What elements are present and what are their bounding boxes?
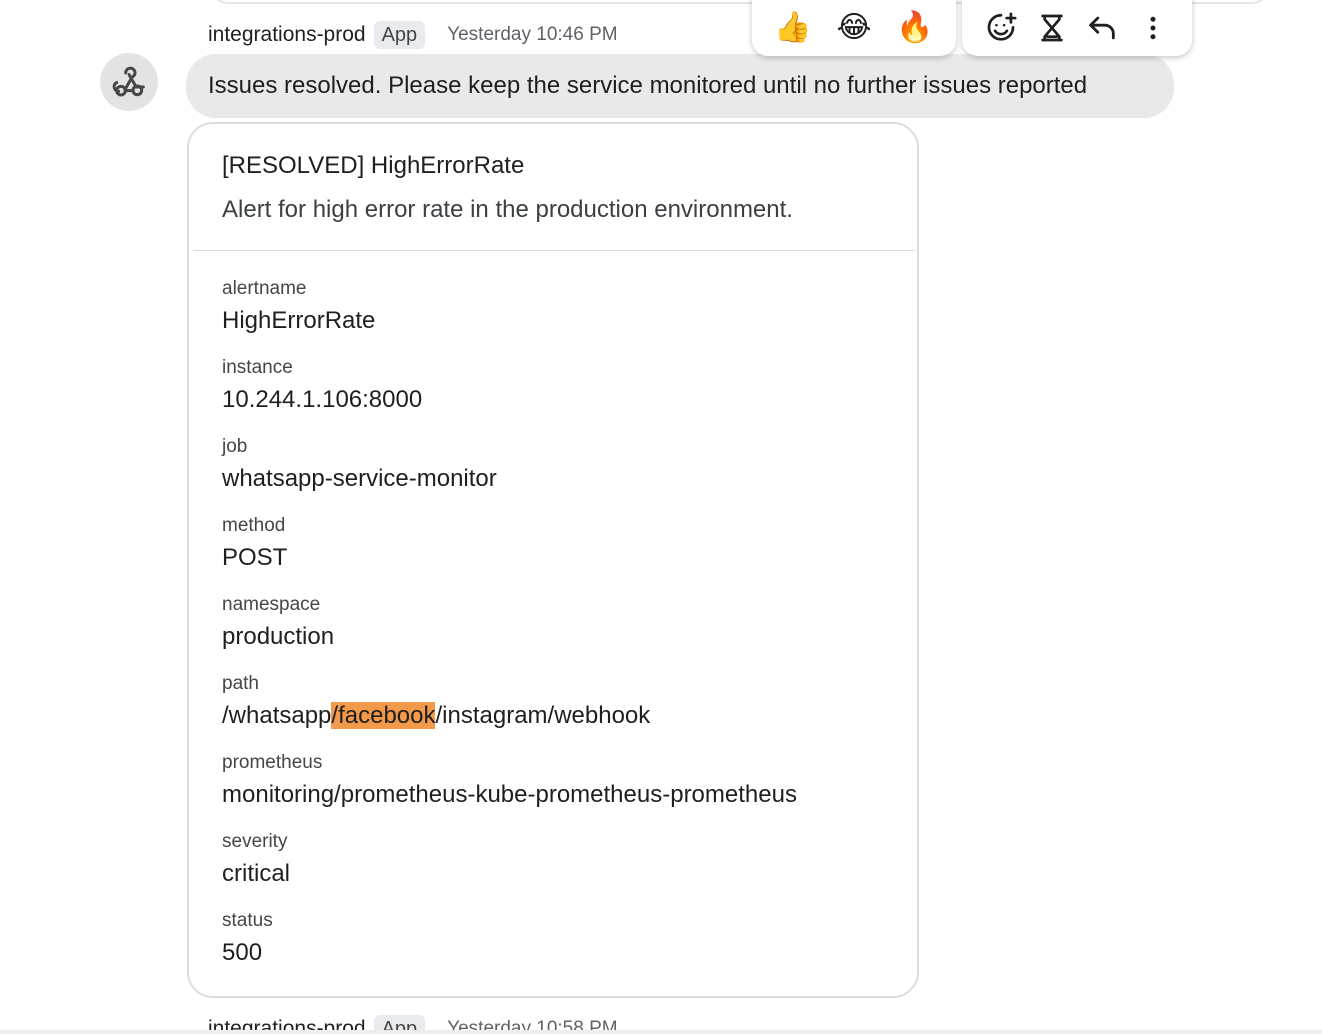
message-timestamp: Yesterday 10:46 PM: [447, 24, 618, 45]
search-highlight: /facebook: [331, 702, 436, 729]
field-method: method POST: [222, 511, 912, 590]
field-path: path /whatsapp/facebook/instagram/webhoo…: [222, 669, 912, 748]
card-title: [RESOLVED] HighErrorRate: [222, 152, 525, 179]
field-value: 500: [222, 939, 263, 966]
message-header: integrations-prod App Yesterday 10:46 PM: [208, 20, 618, 50]
field-instance: instance 10.244.1.106:8000: [222, 353, 912, 432]
field-label: namespace: [222, 594, 321, 615]
path-prefix: /whatsapp: [222, 702, 332, 729]
message-text: Issues resolved. Please keep the service…: [208, 72, 1088, 99]
field-label: alertname: [222, 278, 307, 299]
field-value: critical: [222, 860, 291, 887]
field-label: status: [222, 910, 273, 931]
field-alertname: alertname HighErrorRate: [222, 274, 912, 353]
thumbs-up-icon[interactable]: 👍: [774, 7, 811, 43]
message-bubble[interactable]: Issues resolved. Please keep the service…: [186, 54, 1174, 118]
quick-reactions: 👍 😂 🔥: [752, 0, 956, 56]
message-actions: [962, 0, 1192, 56]
field-severity: severity critical: [222, 827, 912, 906]
field-job: job whatsapp-service-monitor: [222, 432, 912, 511]
field-label: path: [222, 673, 259, 694]
field-status: status 500: [222, 906, 912, 985]
avatar[interactable]: [100, 53, 158, 111]
field-namespace: namespace production: [222, 590, 912, 669]
field-label: job: [222, 436, 248, 457]
field-label: prometheus: [222, 752, 323, 773]
reply-icon[interactable]: [1082, 8, 1122, 48]
chat-view: integrations-prod App Yesterday 10:46 PM…: [0, 0, 1322, 1034]
field-value: whatsapp-service-monitor: [222, 465, 497, 492]
webhook-icon: [112, 66, 145, 97]
field-value: POST: [222, 544, 288, 571]
field-value: production: [222, 623, 335, 650]
field-list: alertname HighErrorRate instance 10.244.…: [222, 274, 912, 985]
sender-name[interactable]: integrations-prod: [208, 23, 366, 47]
more-vert-icon[interactable]: [1133, 8, 1173, 48]
hourglass-icon[interactable]: [1032, 8, 1072, 48]
app-badge: App: [373, 21, 426, 49]
bottom-divider: [0, 1030, 1322, 1034]
field-value: 10.244.1.106:8000: [222, 386, 423, 413]
card-divider: [193, 250, 915, 251]
field-label: instance: [222, 357, 293, 378]
card-subtitle: Alert for high error rate in the product…: [222, 196, 793, 223]
field-value: /whatsapp/facebook/instagram/webhook: [222, 699, 912, 733]
field-value: monitoring/prometheus-kube-prometheus-pr…: [222, 781, 797, 808]
alert-card: [RESOLVED] HighErrorRate Alert for high …: [187, 122, 919, 998]
field-label: severity: [222, 831, 288, 852]
fire-icon[interactable]: 🔥: [896, 7, 933, 43]
field-label: method: [222, 515, 286, 536]
field-prometheus: prometheus monitoring/prometheus-kube-pr…: [222, 748, 912, 827]
path-suffix: /instagram/webhook: [435, 702, 651, 729]
add-reaction-icon[interactable]: [981, 8, 1021, 48]
tears-of-joy-icon[interactable]: 😂: [836, 7, 871, 43]
field-value: HighErrorRate: [222, 307, 376, 334]
